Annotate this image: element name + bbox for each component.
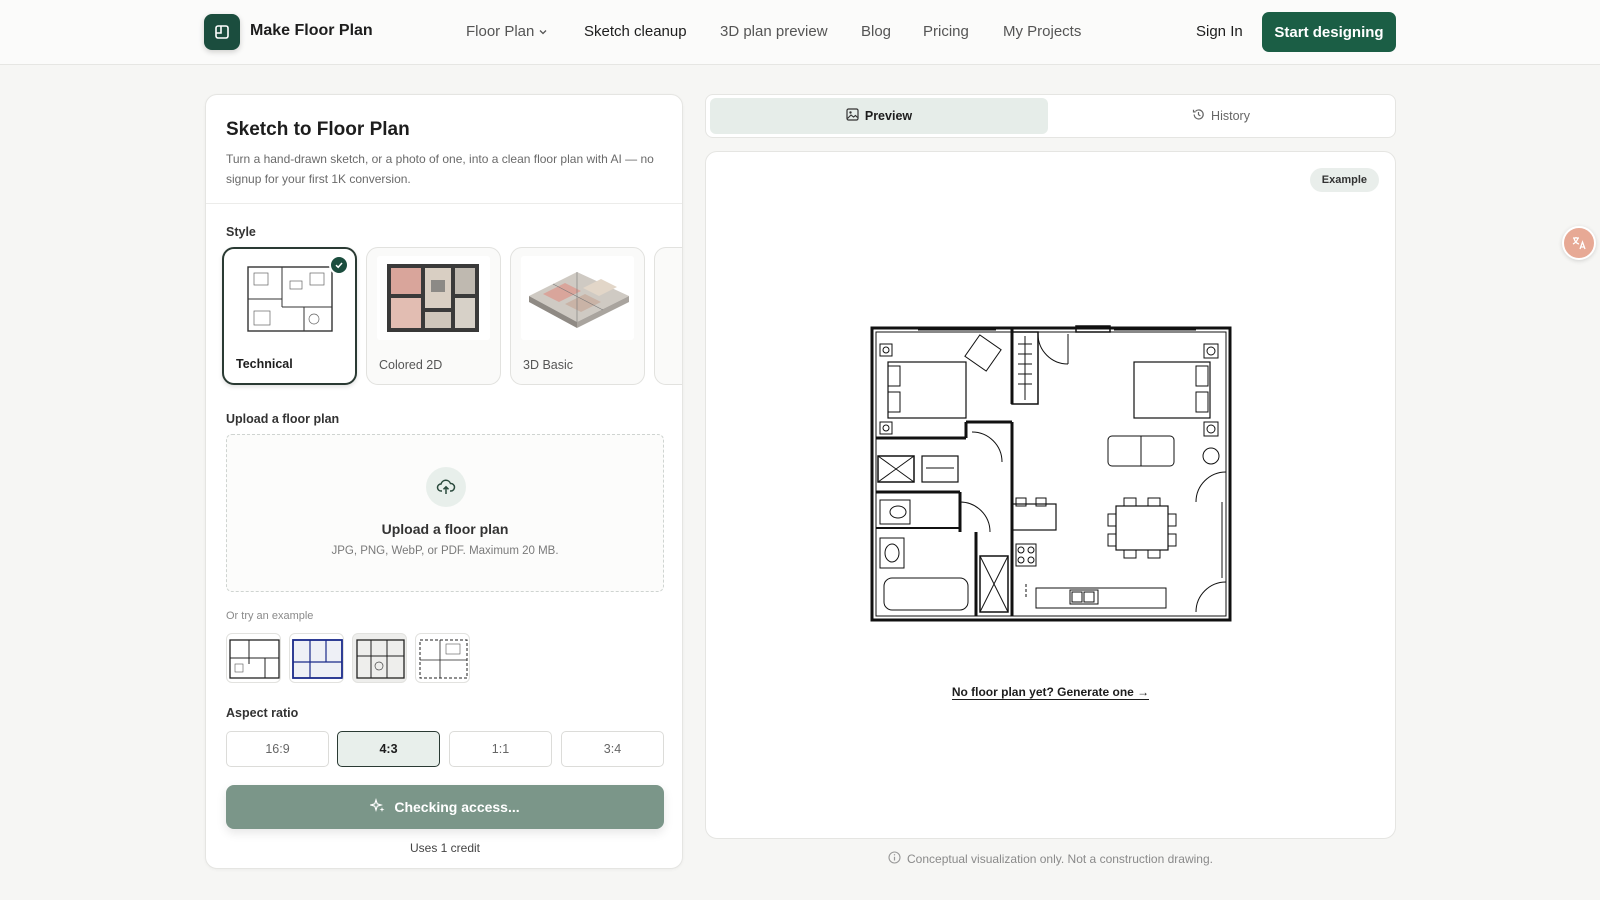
style-card-colored-2d[interactable]: Colored 2D (366, 247, 501, 385)
example-thumb-4[interactable] (415, 633, 470, 683)
try-example-label: Or try an example (226, 610, 314, 622)
logo-icon[interactable] (204, 14, 240, 50)
upload-title: Upload a floor plan (381, 521, 509, 537)
nav-3d-plan-preview[interactable]: 3D plan preview (720, 23, 828, 40)
style-card-more[interactable] (654, 247, 682, 385)
tab-history[interactable]: History (1052, 98, 1390, 134)
example-thumb-2[interactable] (289, 633, 344, 683)
disclaimer-text: Conceptual visualization only. Not a con… (907, 852, 1213, 866)
check-icon (329, 255, 349, 275)
info-icon (888, 851, 901, 867)
upload-formats: JPG, PNG, WebP, or PDF. Maximum 20 MB. (331, 545, 559, 557)
example-thumb-1[interactable] (226, 633, 281, 683)
aspect-1-1-button[interactable]: 1:1 (449, 731, 552, 767)
divider (206, 203, 682, 204)
upload-dropzone[interactable]: Upload a floor plan JPG, PNG, WebP, or P… (226, 434, 664, 592)
upload-label: Upload a floor plan (226, 412, 340, 426)
aspect-4-3-button[interactable]: 4:3 (337, 731, 440, 767)
preview-tabs: Preview History (705, 94, 1396, 138)
nav-pricing[interactable]: Pricing (923, 23, 969, 40)
aspect-16-9-button[interactable]: 16:9 (226, 731, 329, 767)
disclaimer: Conceptual visualization only. Not a con… (705, 851, 1396, 867)
logo-text[interactable]: Make Floor Plan (250, 22, 373, 40)
nav-my-projects[interactable]: My Projects (1003, 23, 1081, 40)
credit-note: Uses 1 credit (409, 841, 481, 855)
image-icon (846, 108, 859, 124)
nav-floor-plan[interactable]: Floor Plan (466, 23, 548, 41)
nav-blog[interactable]: Blog (861, 23, 891, 40)
style-card-technical[interactable]: Technical (222, 247, 357, 385)
3d-basic-thumbnail (521, 256, 634, 340)
nav-sketch-cleanup[interactable]: Sketch cleanup (584, 23, 687, 40)
style-card-3d-basic[interactable]: 3D Basic (510, 247, 645, 385)
aspect-3-4-button[interactable]: 3:4 (561, 731, 664, 767)
style-name: Colored 2D (379, 358, 443, 372)
panel-title: Sketch to Floor Plan (226, 119, 410, 140)
tab-history-label: History (1211, 109, 1250, 123)
start-designing-button[interactable]: Start designing (1262, 12, 1396, 52)
generate-button-label: Checking access... (394, 799, 520, 815)
sign-in-link[interactable]: Sign In (1196, 23, 1243, 40)
colored-2d-thumbnail (377, 256, 490, 340)
translate-icon[interactable] (1562, 226, 1596, 260)
example-badge: Example (1309, 168, 1379, 192)
floor-plan-image (870, 325, 1232, 622)
panel-description: Turn a hand-drawn sketch, or a photo of … (226, 152, 654, 186)
style-name: Technical (236, 357, 293, 371)
generate-button[interactable]: Checking access... (226, 785, 664, 829)
example-thumb-3[interactable] (352, 633, 407, 683)
cloud-upload-icon (426, 467, 466, 507)
tab-preview[interactable]: Preview (710, 98, 1048, 134)
top-navbar: Make Floor Plan Floor Plan Sketch cleanu… (0, 0, 1600, 65)
generate-floor-plan-link[interactable]: No floor plan yet? Generate one → (706, 685, 1395, 700)
tab-preview-label: Preview (864, 109, 913, 123)
chevron-down-icon (538, 24, 548, 41)
nav-floor-plan-label: Floor Plan (466, 23, 535, 40)
preview-canvas: Example No floor plan yet? Generate one … (705, 151, 1396, 839)
sketch-settings-panel: Sketch to Floor Plan Turn a hand-drawn s… (205, 94, 683, 869)
sparkle-icon (369, 797, 386, 817)
history-icon (1192, 108, 1205, 124)
style-label: Style (226, 225, 256, 239)
style-name: 3D Basic (523, 358, 574, 372)
aspect-ratio-label: Aspect ratio (226, 706, 299, 720)
